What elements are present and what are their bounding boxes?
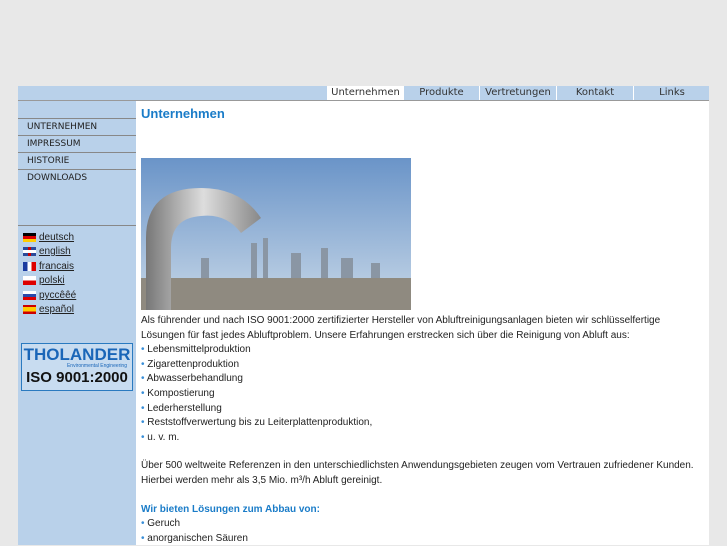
polish-flag-icon bbox=[23, 276, 36, 285]
exhaust-duct-photo bbox=[141, 158, 411, 310]
lang-francais[interactable]: francais bbox=[23, 261, 74, 272]
french-flag-icon bbox=[23, 262, 36, 271]
list-item: • Zigarettenproduktion bbox=[141, 358, 240, 370]
lang-english[interactable]: english bbox=[23, 246, 71, 257]
list-item: • anorganischen Säuren bbox=[141, 532, 248, 544]
tholander-iso-logo: THOLANDER Environmental Engineering ISO … bbox=[21, 343, 133, 391]
tab-unternehmen[interactable]: Unternehmen bbox=[327, 86, 403, 100]
tab-links[interactable]: Links bbox=[633, 86, 710, 100]
list-item: • Geruch bbox=[141, 518, 181, 530]
german-flag-icon bbox=[23, 233, 36, 242]
uk-flag-icon bbox=[23, 247, 36, 256]
sidebar-item-unternehmen[interactable]: UNTERNEHMEN bbox=[18, 118, 136, 134]
lang-label[interactable]: español bbox=[39, 304, 74, 315]
lang-label[interactable]: polski bbox=[39, 275, 65, 286]
tab-kontakt[interactable]: Kontakt bbox=[556, 86, 633, 100]
lang-deutsch[interactable]: deutsch bbox=[23, 232, 74, 243]
page: Unternehmen Produkte Vertretungen Kontak… bbox=[18, 86, 709, 545]
spanish-flag-icon bbox=[23, 305, 36, 314]
russian-flag-icon bbox=[23, 291, 36, 300]
tab-vertretungen[interactable]: Vertretungen bbox=[479, 86, 556, 100]
solutions-heading: Wir bieten Lösungen zum Abbau von: bbox=[141, 503, 320, 515]
sidebar-item-historie[interactable]: HISTORIE bbox=[18, 152, 136, 168]
logo-cert: ISO 9001:2000 bbox=[26, 369, 128, 386]
list-item: • u. v. m. bbox=[141, 431, 180, 443]
sidebar-item-impressum[interactable]: IMPRESSUM bbox=[18, 135, 136, 151]
list-item: • Abwasserbehandlung bbox=[141, 373, 243, 385]
industry-list: • Lebensmittelproduktion • Zigarettenpro… bbox=[141, 343, 706, 445]
body-text: Als führender und nach ISO 9001:2000 zer… bbox=[141, 314, 706, 546]
tab-produkte[interactable]: Produkte bbox=[403, 86, 479, 100]
divider bbox=[18, 225, 136, 226]
list-item: • Lederherstellung bbox=[141, 402, 222, 414]
lang-label[interactable]: francais bbox=[39, 261, 74, 272]
sidebar: UNTERNEHMEN IMPRESSUM HISTORIE DOWNLOADS… bbox=[18, 101, 136, 545]
content: Unternehmen Als führender und nach ISO 9… bbox=[136, 101, 709, 545]
sidebar-item-downloads[interactable]: DOWNLOADS bbox=[18, 169, 136, 185]
lang-label[interactable]: deutsch bbox=[39, 232, 74, 243]
list-item: • Lebensmittelproduktion bbox=[141, 344, 251, 356]
list-item: • Kompostierung bbox=[141, 387, 215, 399]
lang-polski[interactable]: polski bbox=[23, 275, 65, 286]
lang-label[interactable]: english bbox=[39, 246, 71, 257]
page-title: Unternehmen bbox=[141, 106, 225, 121]
logo-brand: THOLANDER bbox=[23, 345, 131, 364]
lang-espanol[interactable]: español bbox=[23, 304, 74, 315]
top-nav: Unternehmen Produkte Vertretungen Kontak… bbox=[18, 86, 709, 101]
lang-russian[interactable]: pyccêêé bbox=[23, 290, 76, 301]
intro-paragraph: Als führender und nach ISO 9001:2000 zer… bbox=[141, 315, 661, 341]
lang-label[interactable]: pyccêêé bbox=[39, 290, 76, 301]
list-item: • Reststoffverwertung bis zu Leiterplatt… bbox=[141, 417, 373, 429]
references-paragraph: Über 500 weltweite Referenzen in den unt… bbox=[141, 460, 694, 486]
